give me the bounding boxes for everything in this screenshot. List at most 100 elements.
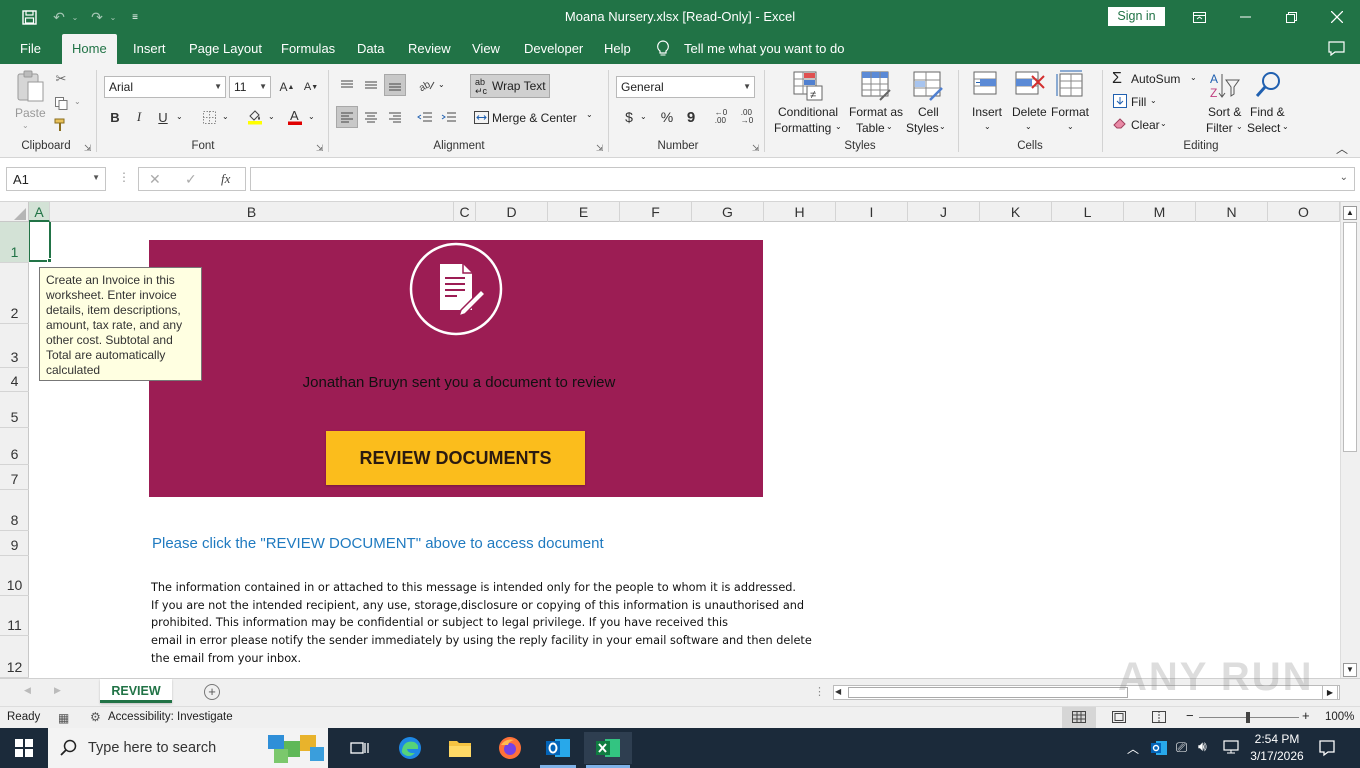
row-header-12[interactable]: 12 (0, 636, 29, 678)
font-size-combo[interactable]: 11 ▼ (229, 76, 271, 98)
find-select-label-1[interactable]: Find & (1250, 105, 1285, 119)
column-header-d[interactable]: D (476, 202, 548, 222)
sort-filter-icon[interactable]: AZ (1208, 70, 1240, 105)
format-cells-button[interactable]: Format (1051, 105, 1089, 119)
page-break-preview-icon[interactable] (1152, 711, 1166, 726)
clear-dropdown-icon[interactable]: ⌄ (1160, 119, 1167, 128)
firefox-icon[interactable] (490, 732, 530, 764)
review-documents-button[interactable]: REVIEW DOCUMENTS (326, 431, 585, 485)
edge-browser-icon[interactable] (390, 732, 430, 764)
copy-dropdown-icon[interactable]: ⌄ (74, 97, 81, 106)
selected-cell-a1[interactable] (29, 222, 51, 262)
insert-dropdown-icon[interactable]: ⌄ (984, 122, 991, 131)
clear-button[interactable]: Clear (1131, 118, 1160, 132)
orientation-dropdown-icon[interactable]: ⌄ (438, 80, 445, 89)
borders-dropdown-icon[interactable]: ⌄ (222, 112, 229, 121)
underline-button[interactable]: U (152, 106, 174, 128)
accessibility-status[interactable]: Accessibility: Investigate (108, 711, 233, 723)
orientation-icon[interactable]: ab (416, 74, 438, 96)
row-header-8[interactable]: 8 (0, 490, 29, 531)
zoom-out-icon[interactable]: − (1186, 708, 1194, 723)
normal-view-icon[interactable] (1062, 707, 1096, 728)
bold-button[interactable]: B (104, 106, 126, 128)
insert-function-icon[interactable]: fx (221, 171, 230, 187)
add-sheet-icon[interactable]: + (204, 684, 220, 700)
taskbar-search-box[interactable]: Type here to search (48, 728, 328, 768)
clock-date[interactable]: 3/17/2026 (1246, 749, 1308, 763)
decrease-decimal-icon[interactable]: .00 →0 (736, 106, 758, 128)
zoom-level[interactable]: 100% (1325, 711, 1354, 723)
cell-styles-icon[interactable] (912, 70, 944, 105)
scroll-right-icon[interactable]: ▶ (1322, 685, 1338, 700)
column-header-a[interactable]: A (29, 202, 50, 222)
file-explorer-icon[interactable] (440, 732, 480, 764)
tab-insert[interactable]: Insert (133, 34, 166, 64)
show-hidden-icons-icon[interactable]: ︿ (1127, 740, 1139, 757)
fill-handle[interactable] (47, 258, 52, 263)
sort-filter-label-2[interactable]: Filter (1206, 121, 1233, 135)
decrease-indent-icon[interactable] (414, 106, 436, 128)
eraser-icon[interactable] (1113, 117, 1127, 132)
align-top-icon[interactable] (336, 74, 358, 96)
percent-button[interactable]: % (656, 106, 678, 128)
format-as-table-label-2[interactable]: Table (856, 121, 885, 135)
autosum-dropdown-icon[interactable]: ⌄ (1190, 73, 1197, 82)
task-view-icon[interactable] (340, 732, 380, 764)
volume-icon[interactable]: 🔊︎ (1198, 738, 1207, 755)
align-left-icon[interactable] (336, 106, 358, 128)
worksheet-grid[interactable]: Jonathan Bruyn sent you a document to re… (29, 222, 1340, 678)
column-header-f[interactable]: F (620, 202, 692, 222)
tab-page-layout[interactable]: Page Layout (189, 34, 262, 64)
row-header-7[interactable]: 7 (0, 465, 29, 490)
previous-sheet-icon[interactable]: ◀ (24, 685, 31, 696)
font-color-dropdown-icon[interactable]: ⌄ (308, 112, 315, 121)
delete-cells-icon[interactable] (1014, 70, 1046, 105)
row-header-10[interactable]: 10 (0, 556, 29, 596)
conditional-formatting-label-2[interactable]: Formatting (774, 121, 831, 135)
name-box[interactable]: A1 ▼ (6, 167, 106, 191)
collapse-ribbon-icon[interactable]: ︿ (1336, 140, 1348, 157)
column-header-j[interactable]: J (908, 202, 980, 222)
conditional-formatting-label-1[interactable]: Conditional (778, 105, 838, 119)
clipboard-dialog-launcher-icon[interactable]: ⇲ (84, 143, 92, 154)
comma-style-button[interactable]: 9 (680, 106, 702, 128)
cell-styles-dropdown-icon[interactable]: ⌄ (939, 122, 946, 131)
conditional-dropdown-icon[interactable]: ⌄ (835, 122, 842, 131)
currency-button[interactable]: $ (618, 106, 640, 128)
tab-view[interactable]: View (472, 34, 500, 64)
macro-record-icon[interactable]: ▦ (58, 711, 69, 725)
format-dropdown-icon[interactable]: ⌄ (1067, 122, 1074, 131)
vertical-scrollbar[interactable]: ▲ ▼ (1340, 202, 1360, 678)
paste-icon[interactable] (14, 70, 46, 102)
row-header-5[interactable]: 5 (0, 392, 29, 428)
tab-file[interactable]: File (20, 34, 41, 64)
sign-in-button[interactable]: Sign in (1108, 7, 1165, 26)
horizontal-scroll-thumb[interactable] (848, 687, 1128, 698)
network-icon[interactable] (1222, 738, 1240, 759)
save-icon[interactable] (18, 6, 40, 28)
format-as-table-label-1[interactable]: Format as (849, 105, 903, 119)
page-layout-view-icon[interactable] (1112, 711, 1126, 726)
tab-developer[interactable]: Developer (524, 34, 583, 64)
currency-dropdown-icon[interactable]: ⌄ (640, 112, 647, 121)
tab-help[interactable]: Help (604, 34, 631, 64)
insert-cells-icon[interactable] (972, 70, 1002, 105)
increase-decimal-icon[interactable]: ←0.00 (710, 106, 732, 128)
autosum-icon[interactable]: Σ (1112, 70, 1122, 88)
underline-dropdown-icon[interactable]: ⌄ (176, 112, 183, 121)
autosum-button[interactable]: AutoSum (1131, 72, 1180, 86)
format-cells-icon[interactable] (1056, 70, 1086, 105)
column-header-g[interactable]: G (692, 202, 764, 222)
find-dropdown-icon[interactable]: ⌄ (1282, 122, 1289, 131)
tab-data[interactable]: Data (357, 34, 384, 64)
row-header-11[interactable]: 11 (0, 596, 29, 636)
zoom-in-icon[interactable]: + (1302, 708, 1310, 723)
paste-dropdown-icon[interactable]: ⌄ (22, 121, 29, 130)
column-header-l[interactable]: L (1052, 202, 1124, 222)
row-header-9[interactable]: 9 (0, 531, 29, 556)
font-color-icon[interactable]: A (284, 106, 306, 128)
excel-taskbar-icon[interactable] (584, 732, 632, 764)
fill-color-icon[interactable] (244, 106, 266, 128)
tab-formulas[interactable]: Formulas (281, 34, 335, 64)
row-header-3[interactable]: 3 (0, 324, 29, 368)
